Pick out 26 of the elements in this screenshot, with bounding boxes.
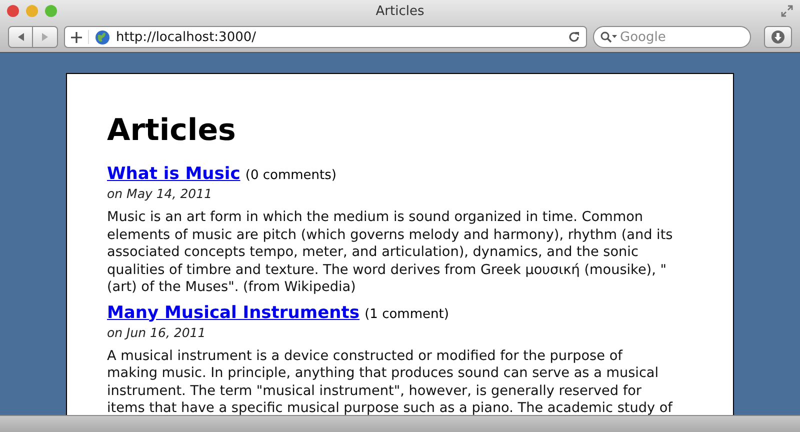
download-icon xyxy=(771,30,785,44)
article-title-link[interactable]: Many Musical Instruments xyxy=(107,302,360,322)
add-icon[interactable] xyxy=(71,32,82,42)
close-button[interactable] xyxy=(7,5,19,17)
zoom-button[interactable] xyxy=(45,5,57,17)
search-field[interactable]: Google xyxy=(593,26,751,48)
back-arrow-icon xyxy=(16,32,26,42)
forward-arrow-icon xyxy=(40,32,50,42)
comment-count: (1 comment) xyxy=(364,306,449,322)
article-date: on May 14, 2011 xyxy=(107,186,214,202)
comment-count: (0 comments) xyxy=(245,168,336,183)
article-title-link[interactable]: What is Music xyxy=(107,164,240,184)
globe-icon xyxy=(95,30,110,44)
window-title: Articles xyxy=(376,4,424,18)
forward-button[interactable] xyxy=(33,26,58,48)
article-date: on Jun 16, 2011 xyxy=(107,324,207,340)
page-heading: Articles xyxy=(107,114,237,148)
reload-icon[interactable] xyxy=(568,31,580,43)
fullscreen-icon[interactable] xyxy=(781,5,793,17)
article-text: Music is an art form in which the medium is sound organized in time. Common elements of music are pitch (which governs melody and harmony), rhythm (and its associated concepts tempo, meter, and articulation), dynamics, and the sonic qualities of timbre and texture. The word derives from Greek μουσική (mousike), " (art) of the Muses". (from Wikipedia) xyxy=(107,209,674,296)
downloads-button[interactable] xyxy=(764,26,792,48)
back-button[interactable] xyxy=(8,26,33,48)
search-icon xyxy=(600,31,618,43)
search-input[interactable]: Google xyxy=(620,30,730,44)
address-field[interactable]: http://localhost:3000/ xyxy=(64,26,587,48)
article-text: A musical instrument is a device constructed or modified for the purpose of making music. In principle, anything that produces sound can serve as a musical instrument. The term "musical instrument", however, is generally reserved for items that have a specific musical purpose such as a piano. The academic study of xyxy=(107,348,674,415)
